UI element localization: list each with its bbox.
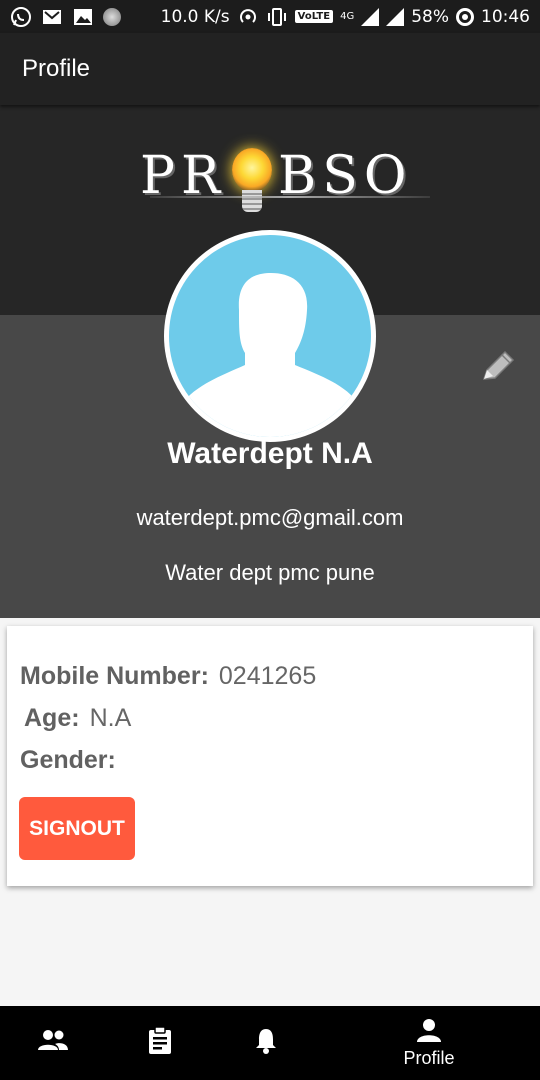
network-speed: 10.0 K/s [160,6,230,27]
bottom-nav: Profile [0,1006,540,1080]
nav-people[interactable] [22,1006,84,1080]
hotspot-icon [237,6,259,28]
avatar-silhouette [169,235,371,437]
nav-notifications[interactable] [236,1006,296,1080]
status-bar: 10.0 K/s VoLTE 4G 58% 10:46 [0,0,540,33]
bell-icon [254,1026,278,1058]
signal-icon [361,7,380,26]
whatsapp-icon [10,6,32,28]
profile-email: waterdept.pmc@gmail.com [136,505,404,530]
nav-clipboard[interactable] [130,1006,190,1080]
age-row: Age: N.A [24,704,131,733]
app-notification-icon [103,7,121,26]
vibrate-icon [266,6,288,28]
volte-badge: VoLTE [294,10,334,23]
lightbulb-icon [232,148,272,192]
app-bar: Profile [0,33,540,105]
gender-label: Gender: [20,746,116,774]
signout-button[interactable]: SIGNOUT [19,797,135,860]
battery-icon [456,7,474,26]
profile-address: Water dept pmc pune [165,560,375,585]
age-label: Age: [24,704,80,732]
profile-name: Waterdept N.A [167,437,373,470]
mobile-value: 0241265 [218,662,317,690]
person-icon [416,1018,442,1046]
battery-percent: 58% [411,6,449,27]
gmail-icon [41,6,63,28]
network-type: 4G [340,11,355,22]
avatar[interactable] [164,230,376,442]
page-title: Profile [22,55,91,82]
gallery-icon [72,6,94,28]
nav-profile-label: Profile [403,1047,455,1068]
signal-icon-2 [386,7,405,26]
clock: 10:46 [481,6,530,27]
details-card: Mobile Number: 0241265 Age: N.A Gender: SI… [7,626,533,886]
clipboard-icon [147,1026,173,1058]
mobile-label: Mobile Number: [20,662,209,690]
mobile-row: Mobile Number: 0241265 [20,662,316,691]
probso-logo: PR BSO [140,138,430,224]
age-value: N.A [89,704,132,732]
gender-row: Gender: [20,746,126,775]
nav-profile[interactable]: Profile [386,1006,472,1080]
people-icon [37,1028,69,1056]
edit-pencil-icon[interactable] [478,347,518,387]
